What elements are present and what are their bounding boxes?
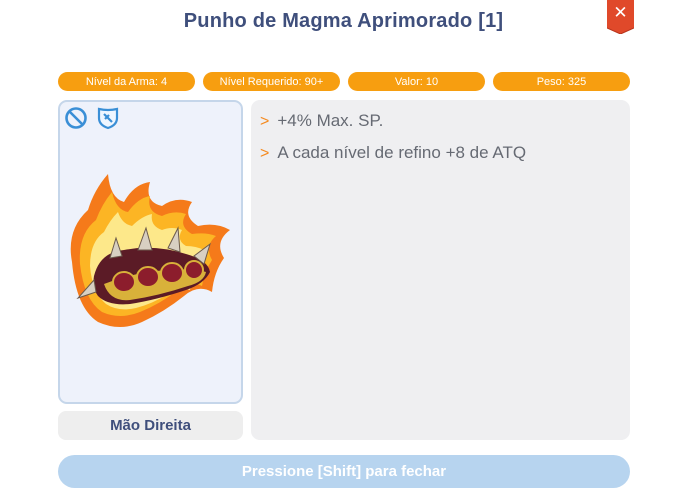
equip-slot-label: Mão Direita <box>58 411 243 440</box>
item-image-panel <box>58 100 243 404</box>
description-line-text: A cada nível de refino +8 de ATQ <box>277 143 527 162</box>
description-panel: > +4% Max. SP. > A cada nível de refino +8… <box>251 100 630 440</box>
required-level-badge: Nível Requerido: 90+ <box>203 72 340 91</box>
shield-icon <box>96 106 120 135</box>
close-hint-button[interactable]: Pressione [Shift] para fechar <box>58 455 630 488</box>
bullet-marker: > <box>260 113 270 130</box>
close-icon: ✕ <box>613 3 628 22</box>
description-line: > +4% Max. SP. <box>260 111 383 131</box>
weight-badge: Peso: 325 <box>493 72 630 91</box>
weapon-level-badge: Nível da Arma: 4 <box>58 72 195 91</box>
close-button[interactable]: ✕ <box>607 0 634 34</box>
magma-knuckle-weapon-icon <box>70 174 230 327</box>
no-trade-icon <box>64 106 88 135</box>
description-line-text: +4% Max. SP. <box>277 111 384 130</box>
description-line: > A cada nível de refino +8 de ATQ <box>260 143 526 163</box>
item-title: Punho de Magma Aprimorado [1] <box>183 10 504 32</box>
bullet-marker: > <box>260 145 270 162</box>
value-badge: Valor: 10 <box>348 72 485 91</box>
